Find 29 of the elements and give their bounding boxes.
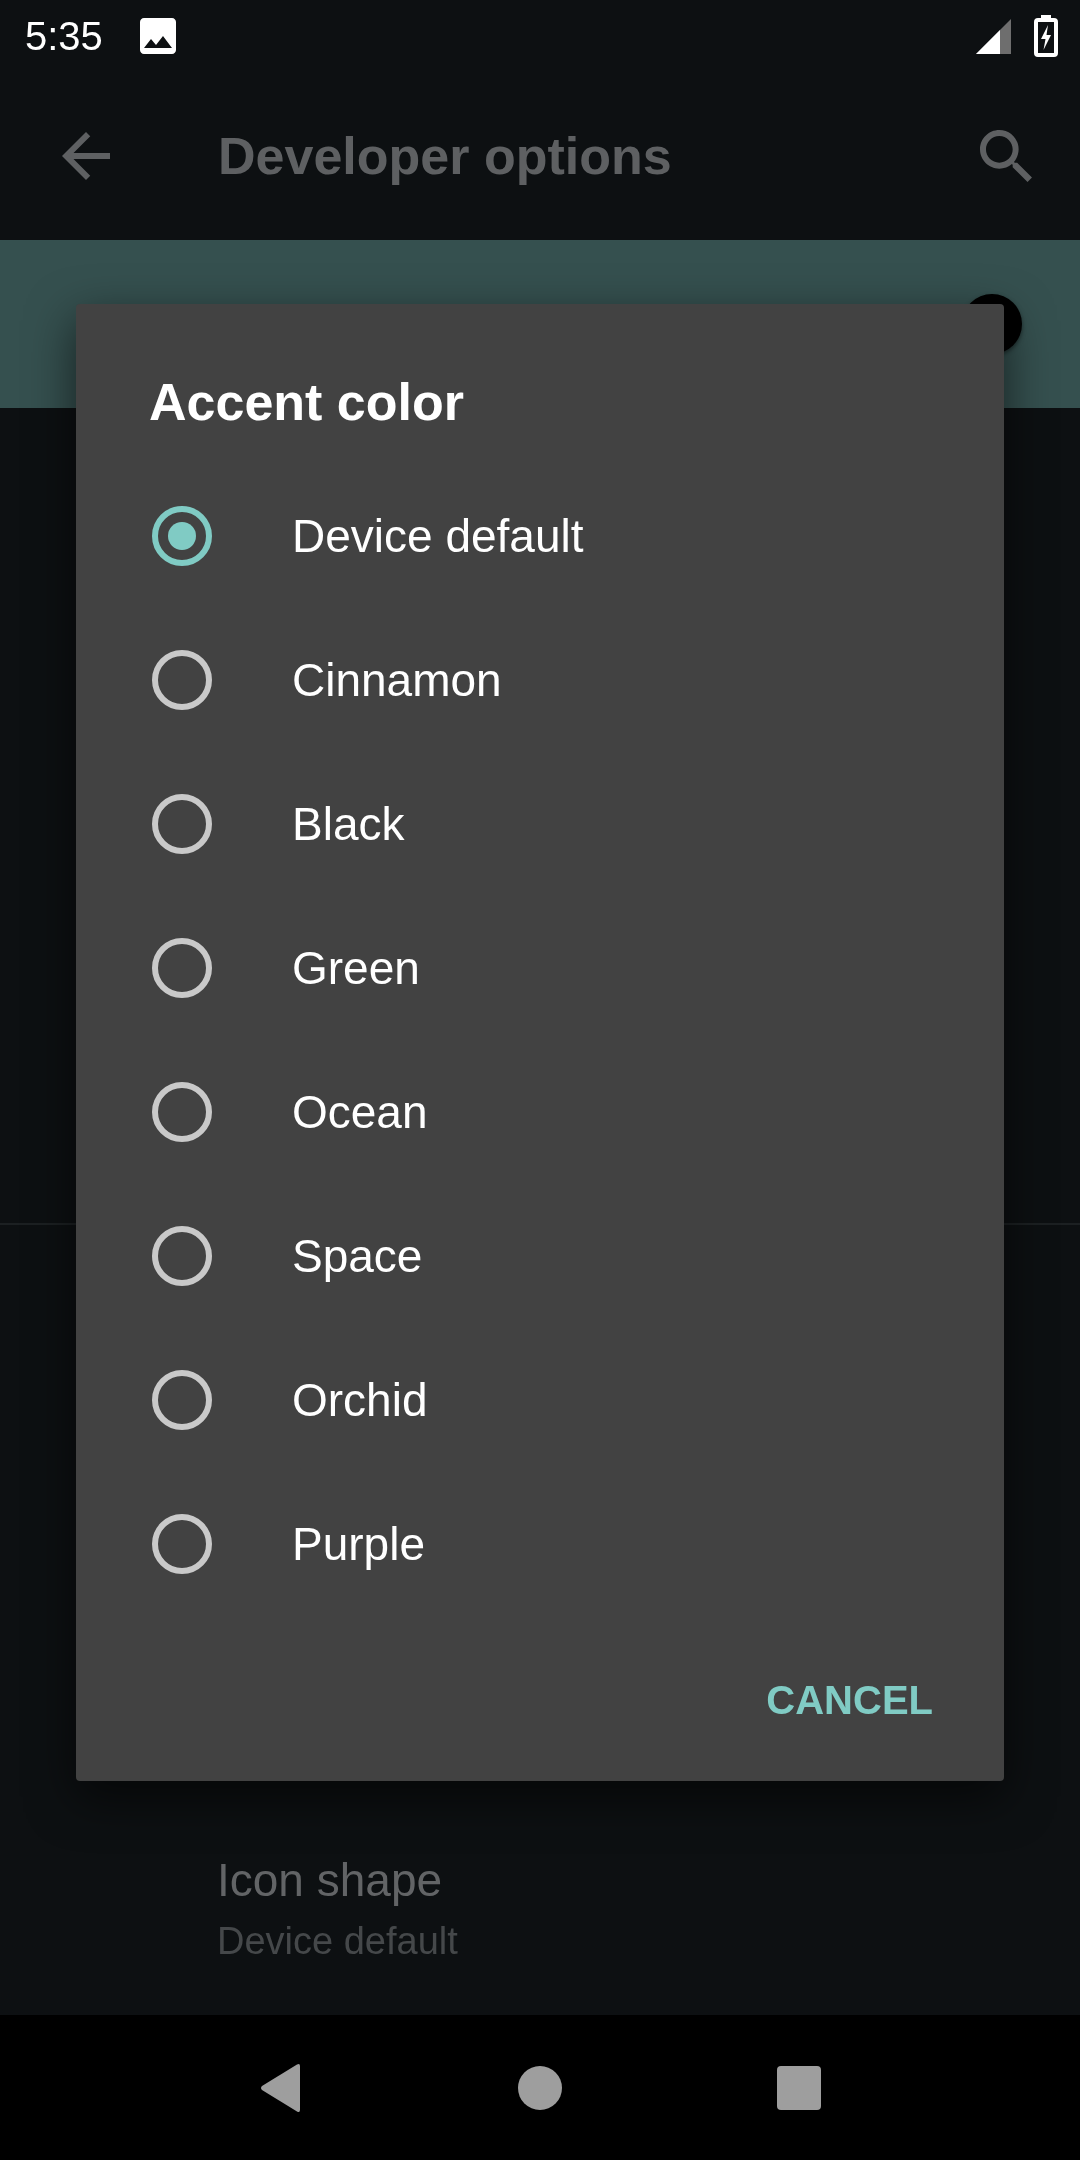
radio-button[interactable]	[152, 938, 212, 998]
option-label[interactable]: Space	[292, 1228, 423, 1284]
radio-button[interactable]	[152, 794, 212, 854]
radio-button[interactable]	[152, 1370, 212, 1430]
nav-home-icon[interactable]	[518, 2065, 562, 2110]
nav-recents-icon[interactable]	[777, 2065, 821, 2110]
dialog-title: Accent color	[149, 372, 464, 433]
option-label[interactable]: Device default	[292, 508, 584, 564]
radio-button[interactable]	[152, 1226, 212, 1286]
option-label[interactable]: Cinnamon	[292, 652, 502, 708]
setting-summary: Device default	[217, 1919, 458, 1964]
radio-button[interactable]	[152, 1082, 212, 1142]
signal-icon	[976, 18, 1011, 54]
image-icon	[139, 18, 176, 54]
nav-back-icon[interactable]	[259, 2062, 303, 2113]
radio-button[interactable]	[152, 1514, 212, 1574]
search-icon[interactable]	[980, 130, 1032, 182]
option-label[interactable]: Ocean	[292, 1084, 428, 1140]
back-icon[interactable]	[62, 132, 110, 180]
option-label[interactable]: Black	[292, 796, 405, 852]
option-label[interactable]: Orchid	[292, 1372, 428, 1428]
radio-button[interactable]	[152, 650, 212, 710]
option-label[interactable]: Green	[292, 940, 420, 996]
option-label[interactable]: Purple	[292, 1516, 425, 1572]
status-time: 5:35	[25, 13, 103, 60]
toolbar-title: Developer options	[218, 126, 672, 187]
cancel-button[interactable]: CANCEL	[742, 1652, 957, 1748]
battery-charging-icon	[1034, 15, 1058, 57]
radio-button[interactable]	[152, 506, 212, 566]
